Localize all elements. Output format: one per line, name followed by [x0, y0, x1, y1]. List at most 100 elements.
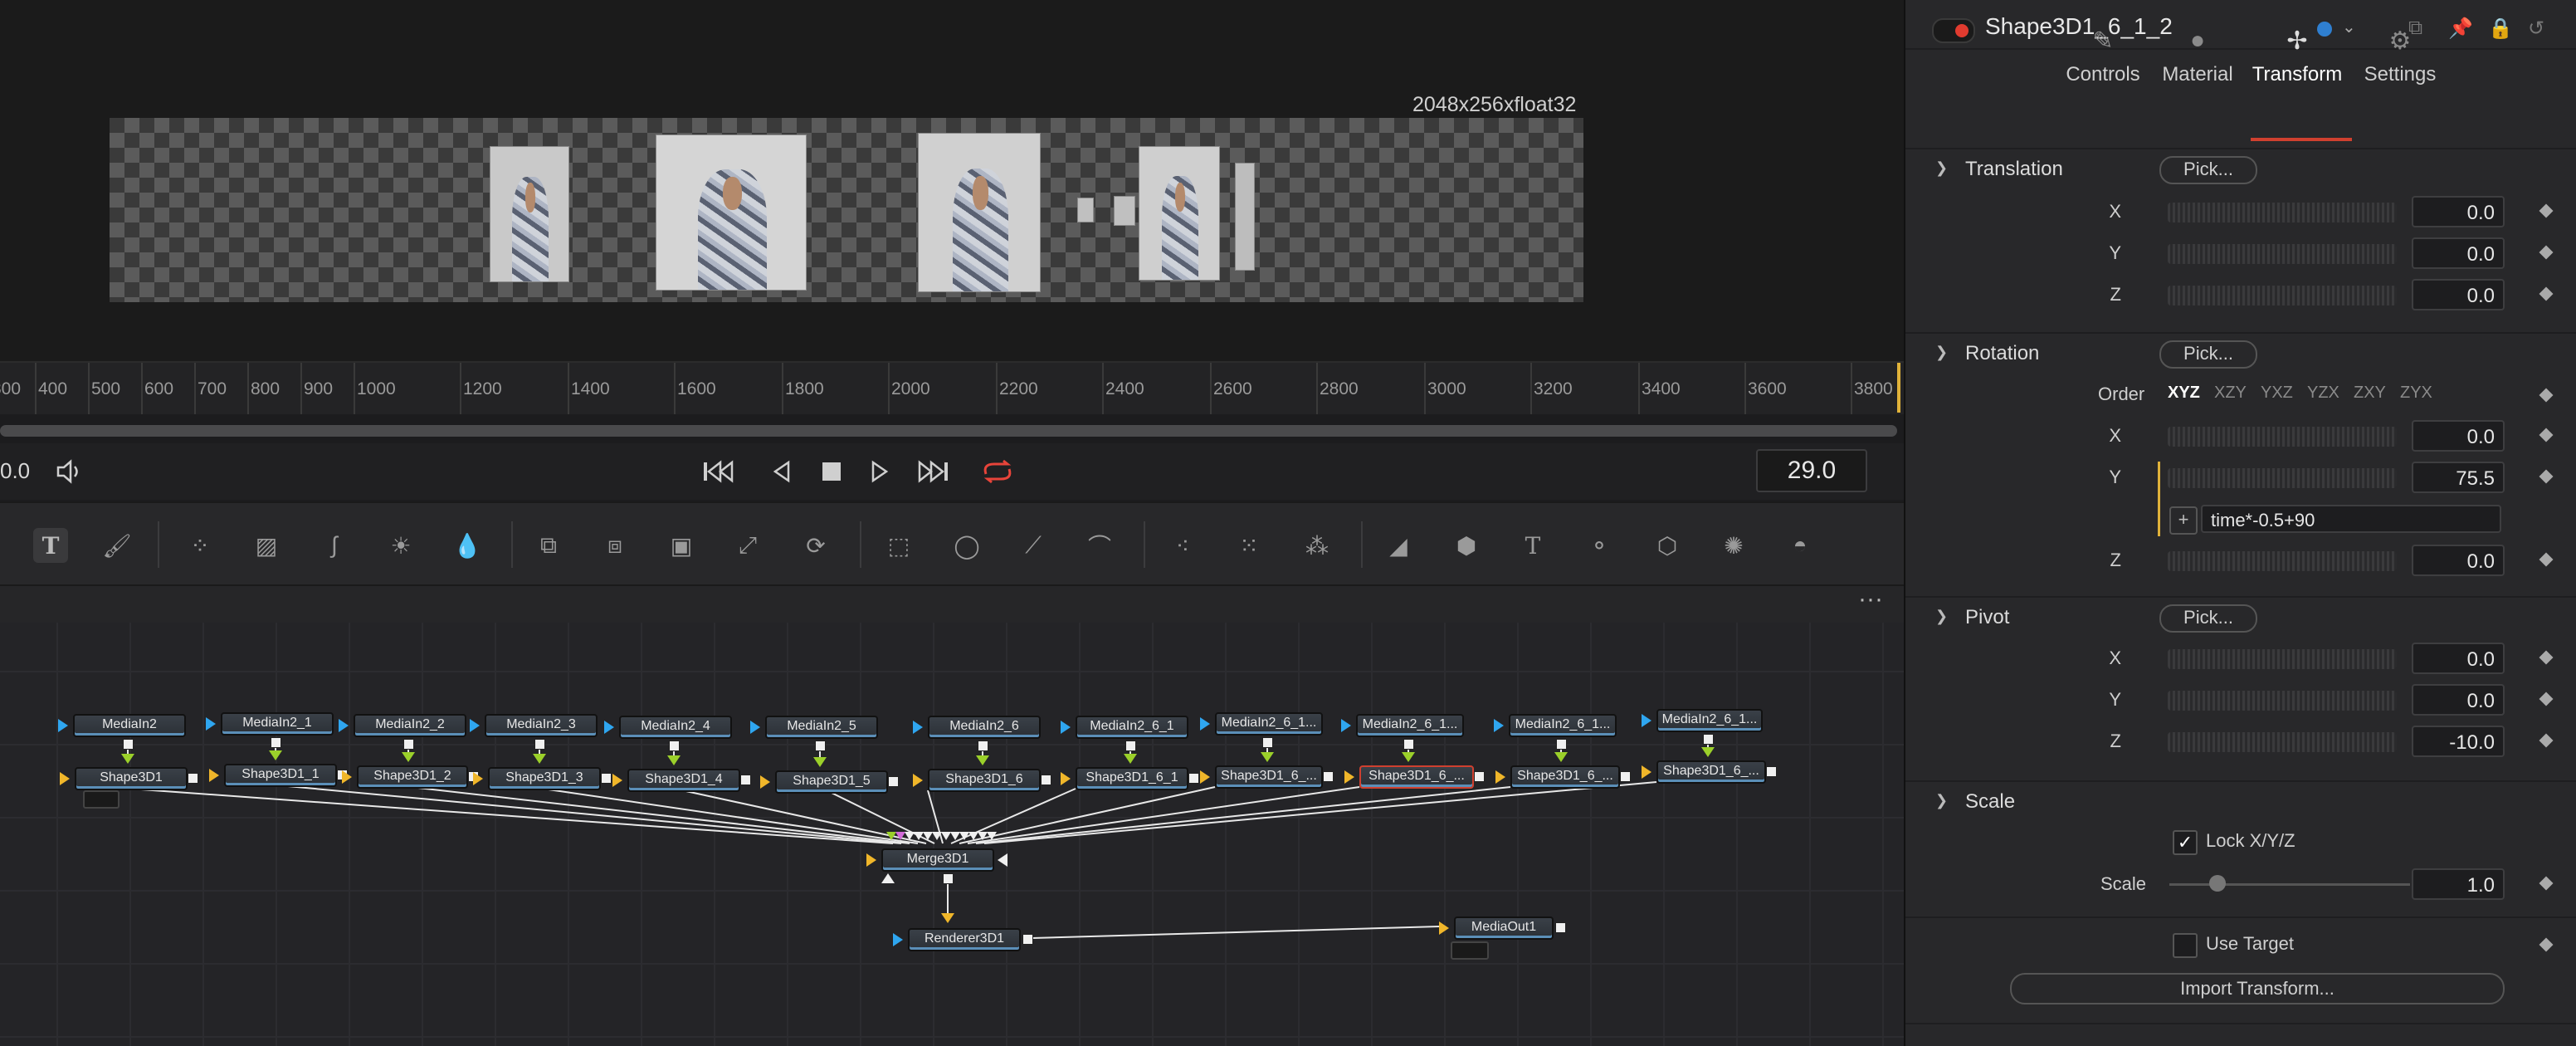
rotation-x-field[interactable]: 0.0	[2412, 420, 2505, 452]
translation-z-slider[interactable]	[2168, 286, 2397, 305]
resize-tool-icon[interactable]: ⤢	[730, 528, 765, 563]
transform-tool-icon[interactable]: ⧉	[531, 528, 566, 563]
keyframe-icon[interactable]	[2539, 876, 2554, 891]
loop-icon[interactable]	[978, 443, 1017, 500]
rotation-y-expression-field[interactable]: time*-0.5+90	[2201, 505, 2501, 533]
text-3d-icon[interactable]: T	[1515, 528, 1550, 563]
chevron-down-icon[interactable]: ❯	[1935, 159, 1948, 177]
node-output[interactable]	[534, 739, 545, 750]
media-in-node[interactable]: MediaIn2	[73, 714, 186, 737]
node-input[interactable]	[881, 873, 895, 883]
renderer-3d-icon[interactable]: ◓	[1783, 528, 1817, 563]
shape-3d-icon[interactable]: ⬢	[1449, 528, 1484, 563]
node-output[interactable]	[1403, 739, 1414, 750]
media-in-node[interactable]: MediaIn2_1	[221, 712, 334, 736]
node-input[interactable]	[206, 717, 216, 731]
tab-controls[interactable]: Controls	[2053, 63, 2153, 86]
tab-settings[interactable]: Settings	[2349, 63, 2452, 86]
scale-value-field[interactable]: 1.0	[2412, 868, 2505, 900]
rotation-order-xzy[interactable]: XZY	[2214, 384, 2247, 403]
media-in-node[interactable]: MediaIn2_4	[619, 716, 732, 739]
reset-icon[interactable]: ↺	[2528, 17, 2544, 41]
translation-x-slider[interactable]	[2168, 203, 2397, 222]
scale-slider-track[interactable]	[2169, 883, 2410, 886]
camera-3d-icon[interactable]: ⚬	[1582, 528, 1617, 563]
node-input[interactable]	[1124, 754, 1137, 764]
chevron-down-icon[interactable]: ❯	[1935, 608, 1948, 625]
merge-tool-icon[interactable]: ⧈	[598, 528, 632, 563]
pivot-z-slider[interactable]	[2168, 732, 2397, 752]
controls-tab-icon[interactable]: ✎	[2083, 27, 2123, 60]
media-in-node[interactable]: MediaIn2_3	[485, 714, 598, 737]
node-output[interactable]	[1555, 922, 1566, 933]
node-input[interactable]	[760, 775, 770, 789]
renderer-3d-node[interactable]: Renderer3D1	[908, 928, 1021, 951]
media-in-node[interactable]: MediaIn2_5	[765, 716, 878, 739]
merge-3d-node[interactable]: Merge3D1	[881, 848, 994, 872]
node-input[interactable]	[533, 754, 546, 764]
keyframe-icon[interactable]	[2539, 469, 2554, 484]
material-tab-icon[interactable]: ●	[2178, 27, 2217, 60]
stop-icon[interactable]	[815, 443, 848, 500]
node-input[interactable]	[612, 774, 622, 787]
more-options-icon[interactable]: ···	[1854, 587, 1887, 616]
translation-pick-button[interactable]: Pick...	[2159, 156, 2257, 184]
node-output[interactable]	[1474, 771, 1485, 782]
shape-3d-node[interactable]: Shape3D1_6_...	[1215, 765, 1323, 789]
node-input[interactable]	[1494, 719, 1504, 732]
node-input[interactable]	[1261, 752, 1274, 762]
particle-emitter-icon[interactable]: ⁖	[1165, 528, 1200, 563]
chevron-down-icon[interactable]: ❯	[1935, 344, 1948, 361]
keyframe-icon[interactable]	[2539, 203, 2554, 218]
rectangle-mask-icon[interactable]: ⬚	[881, 528, 916, 563]
chevron-down-icon[interactable]: ⌄	[2342, 17, 2356, 37]
play-icon[interactable]	[863, 443, 896, 500]
viewer[interactable]: 2048x256xfloat32	[0, 0, 1904, 361]
translation-y-field[interactable]: 0.0	[2412, 237, 2505, 269]
node-input[interactable]	[913, 774, 923, 787]
particles-tool-icon[interactable]: ⁘	[183, 528, 217, 563]
settings-tab-icon[interactable]: ⚙	[2380, 27, 2420, 60]
translation-y-slider[interactable]	[2168, 244, 2397, 264]
node-input[interactable]	[1701, 747, 1715, 757]
keyframe-icon[interactable]	[2539, 552, 2554, 567]
polygon-mask-icon[interactable]: ⟋	[1016, 528, 1051, 563]
node-input[interactable]	[1402, 752, 1415, 762]
shape-3d-node[interactable]: Shape3D1_2	[357, 765, 468, 789]
shape-3d-node[interactable]: Shape3D1_6_1	[1076, 767, 1188, 790]
node-output[interactable]	[1323, 771, 1334, 782]
lock-xyz-checkbox[interactable]: ✓	[2173, 830, 2198, 855]
shape-3d-node[interactable]: Shape3D1_6_...	[1656, 760, 1766, 784]
shape-3d-node[interactable]: Shape3D1_5	[775, 770, 888, 794]
node-input[interactable]	[893, 933, 903, 946]
curves-tool-icon[interactable]: ∫	[317, 528, 352, 563]
media-in-node[interactable]: MediaIn2_2	[354, 714, 466, 737]
playhead[interactable]	[1897, 363, 1900, 413]
node-output[interactable]	[1766, 766, 1777, 777]
media-in-node[interactable]: MediaIn2_6_1...	[1509, 714, 1617, 737]
lock-icon[interactable]: 🔒	[2488, 17, 2513, 41]
chevron-down-icon[interactable]: ❯	[1935, 792, 1948, 809]
rotation-y-field[interactable]: 75.5	[2412, 462, 2505, 493]
node-input[interactable]	[60, 772, 70, 785]
light-3d-icon[interactable]: ✺	[1716, 528, 1751, 563]
node-output[interactable]	[1188, 773, 1199, 784]
translation-x-field[interactable]: 0.0	[2412, 196, 2505, 227]
media-in-node[interactable]: MediaIn2_6_1...	[1215, 712, 1323, 736]
node-enable-toggle[interactable]	[1932, 18, 1975, 43]
node-output[interactable]	[271, 737, 281, 748]
shape-3d-node[interactable]: Shape3D1_6_...	[1359, 765, 1474, 789]
node-input[interactable]	[750, 721, 760, 734]
use-target-checkbox[interactable]	[2173, 933, 2198, 958]
rotation-z-field[interactable]: 0.0	[2412, 545, 2505, 576]
pivot-y-slider[interactable]	[2168, 691, 2397, 711]
node-output[interactable]	[815, 741, 826, 751]
node-output[interactable]	[1556, 739, 1567, 750]
bspline-mask-icon[interactable]: ⌒	[1082, 528, 1117, 563]
keyframe-icon[interactable]	[2539, 286, 2554, 301]
node-input[interactable]	[976, 755, 989, 765]
node-input[interactable]	[1061, 772, 1071, 785]
node-input[interactable]	[1439, 921, 1449, 935]
node-input[interactable]	[1554, 752, 1568, 762]
brightness-tool-icon[interactable]: ☀	[383, 528, 418, 563]
